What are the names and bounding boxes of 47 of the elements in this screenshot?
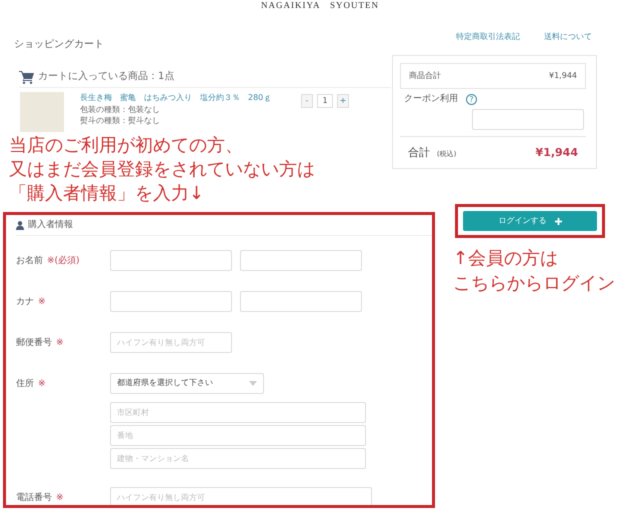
required-mark: ※ bbox=[38, 296, 46, 308]
required-mark: ※ bbox=[56, 336, 64, 350]
product-option: 包装の種類：包装なし bbox=[80, 104, 285, 115]
quantity-field[interactable]: 1 bbox=[317, 94, 333, 108]
field-label: お名前 bbox=[16, 254, 43, 268]
text-field[interactable] bbox=[110, 250, 232, 270]
select-field[interactable]: 都道府県を選択して下さい bbox=[110, 372, 264, 394]
login-note: ↑会員の方は こちらからログイン bbox=[453, 247, 615, 296]
coupon-field[interactable] bbox=[472, 108, 584, 130]
text-field[interactable]: 番地 bbox=[110, 424, 366, 446]
page-title: ショッピングカート bbox=[14, 38, 105, 52]
required-mark: ※(必須) bbox=[47, 254, 80, 268]
field-label: 郵便番号 bbox=[16, 336, 52, 350]
field-label: 住所 bbox=[16, 378, 34, 390]
header-link[interactable]: 特定商取引法表記 bbox=[456, 31, 520, 43]
caret-icon bbox=[249, 380, 257, 386]
text-field[interactable]: ハイフン有り無し両方可 bbox=[110, 486, 372, 505]
text-field[interactable]: 市区町村 bbox=[110, 402, 366, 422]
plus-icon bbox=[554, 218, 562, 224]
text-field[interactable] bbox=[240, 290, 362, 312]
required-mark: ※ bbox=[56, 492, 64, 504]
increase-button[interactable]: + bbox=[337, 94, 349, 108]
text-field[interactable]: 建物・マンション名 bbox=[110, 448, 366, 468]
cart-icon bbox=[19, 71, 34, 84]
product-link[interactable]: 長生き梅 蜜亀 はちみつ入り 塩分約３％ 280ｇ bbox=[80, 92, 285, 104]
total-label: 合計 bbox=[408, 146, 430, 158]
coupon-label: クーポン利用 bbox=[404, 93, 458, 106]
decrease-button[interactable]: - bbox=[301, 94, 313, 108]
header-link[interactable]: 送料について bbox=[544, 31, 592, 43]
text-field[interactable] bbox=[110, 290, 232, 312]
total-value: ¥1,944 bbox=[536, 144, 578, 160]
cart-heading: カートに入っている商品：1点 bbox=[38, 70, 174, 84]
subtotal-label: 商品合計 bbox=[409, 70, 441, 82]
help-icon[interactable]: ? bbox=[466, 94, 477, 106]
photo-placeholder bbox=[20, 92, 64, 132]
field-label: カナ bbox=[16, 296, 34, 308]
login-button[interactable]: ログインする bbox=[463, 211, 597, 231]
required-mark: ※ bbox=[38, 378, 46, 390]
user-icon bbox=[16, 221, 24, 230]
field-label: 電話番号 bbox=[16, 492, 52, 504]
subtotal-value: ¥1,944 bbox=[549, 70, 577, 82]
text-field[interactable] bbox=[240, 250, 362, 270]
instruction-note: 当店のご利用が初めての方、 又はまだ会員登録をされていない方は 「購入者情報」を入力↓ bbox=[9, 134, 316, 206]
logo-text: NAGAIKIYA SYOUTEN bbox=[261, 1, 379, 10]
section-heading: 購入者情報 bbox=[28, 219, 73, 232]
product-option: 熨斗の種類：熨斗なし bbox=[80, 115, 285, 126]
text-field[interactable]: ハイフン有り無し両方可 bbox=[110, 332, 232, 352]
